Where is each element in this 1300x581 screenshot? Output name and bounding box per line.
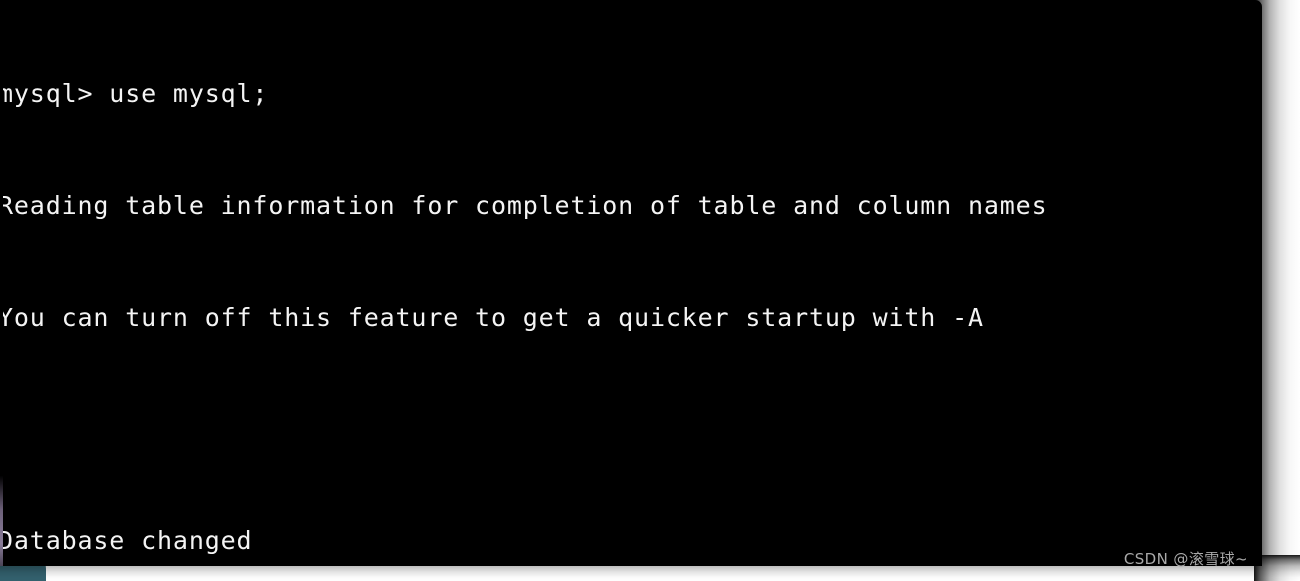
terminal-line-command-use: mysql> use mysql; xyxy=(0,79,269,109)
window-left-frame-edge xyxy=(0,0,3,566)
terminal-console-output[interactable]: mysql> use mysql; Reading table informat… xyxy=(0,1,1262,566)
terminal-line-reading-table: Reading table information for completion… xyxy=(0,191,1048,220)
screenshot-canvas: mysql> use mysql; Reading table informat… xyxy=(0,0,1300,581)
csdn-watermark: CSDN @滚雪球~ xyxy=(1123,550,1248,568)
terminal-line-turn-off-feature: You can turn off this feature to get a q… xyxy=(0,302,984,332)
terminal-line-database-changed: Database changed xyxy=(0,525,253,555)
terminal-window[interactable]: mysql> use mysql; Reading table informat… xyxy=(0,0,1262,566)
